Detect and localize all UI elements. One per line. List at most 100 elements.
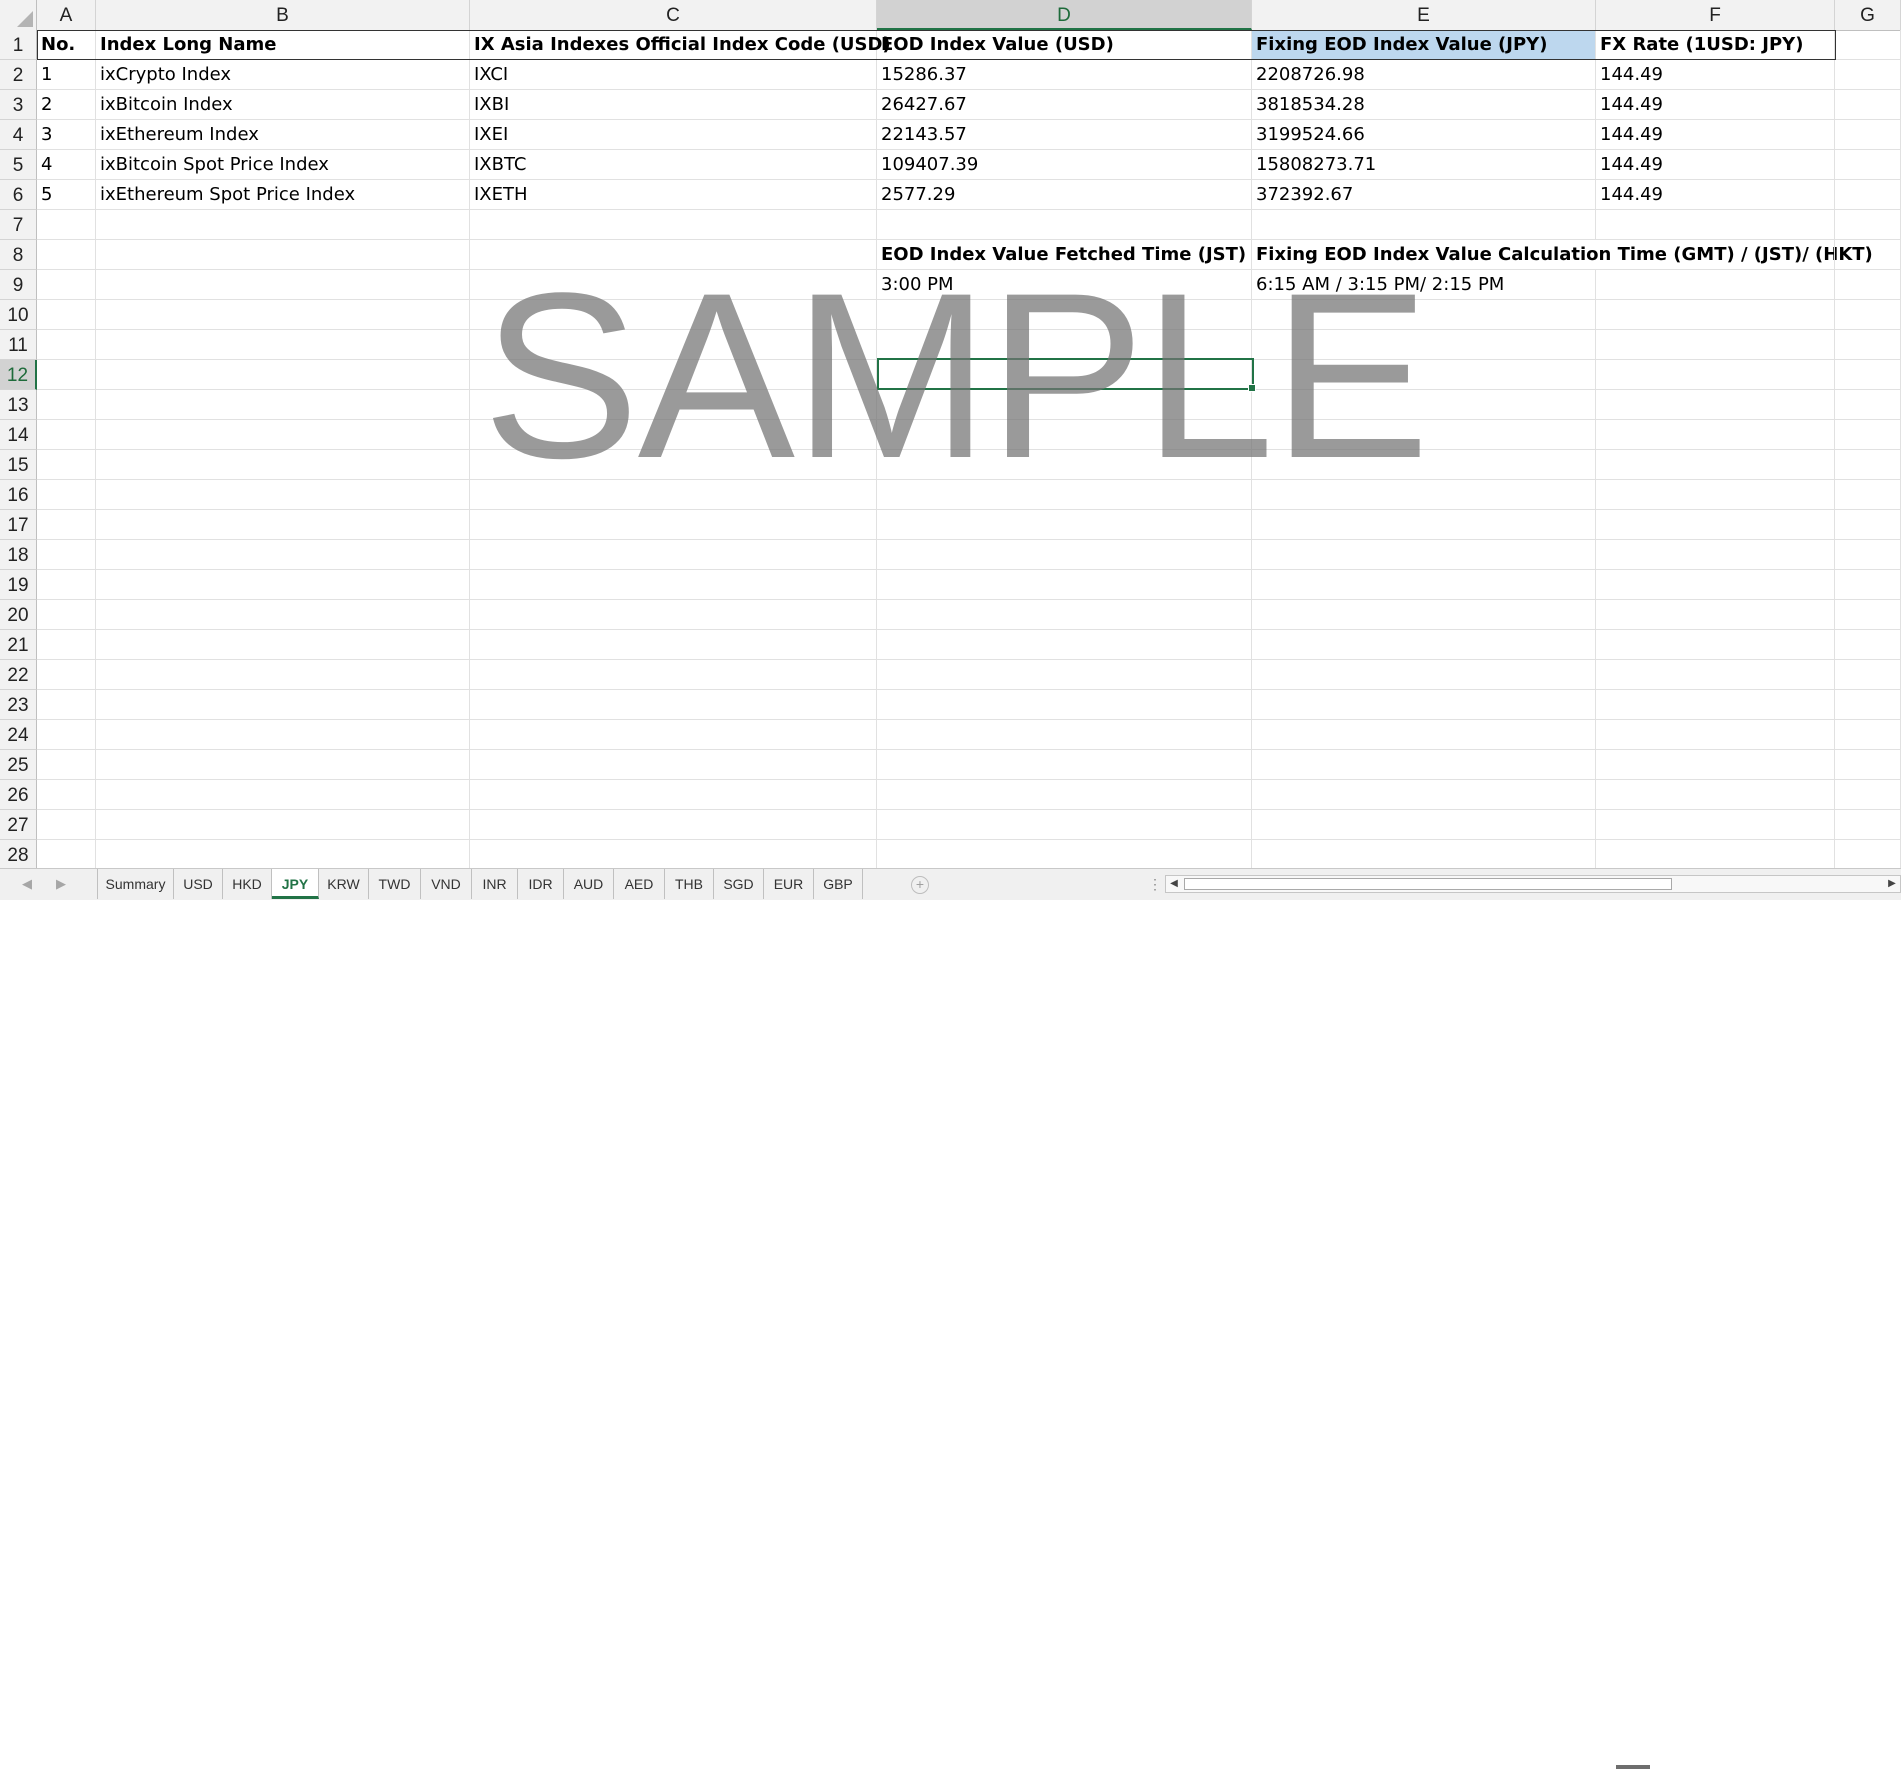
cell-a[interactable] [37,270,96,299]
cell-d[interactable] [877,540,1252,569]
column-header-b[interactable]: B [96,0,470,30]
sheet-tab-krw[interactable]: KRW [319,869,369,899]
row-header-3[interactable]: 3 [0,90,37,120]
cell-g[interactable] [1835,720,1901,749]
cell-index-name[interactable]: ixEthereum Spot Price Index [96,180,470,209]
cell-fx-rate[interactable]: 144.49 [1596,90,1835,119]
row-header-18[interactable]: 18 [0,540,37,570]
header-cell-index-name[interactable]: Index Long Name [96,30,470,59]
cell-a[interactable] [37,750,96,779]
cell-g[interactable] [1835,270,1901,299]
cell-c[interactable] [470,630,877,659]
cell-f[interactable] [1596,720,1835,749]
cell-f[interactable] [1596,300,1835,329]
cell-b[interactable] [96,630,470,659]
cell-e[interactable] [1252,690,1596,719]
cell-d[interactable] [877,630,1252,659]
column-header-e[interactable]: E [1252,0,1596,30]
row-header-1[interactable]: 1 [0,30,37,60]
cell-e[interactable] [1252,450,1596,479]
row-header-21[interactable]: 21 [0,630,37,660]
cell-fx-rate[interactable]: 144.49 [1596,150,1835,179]
sheet-tab-vnd[interactable]: VND [421,869,472,899]
sheet-tab-hkd[interactable]: HKD [223,869,272,899]
cell-a[interactable] [37,780,96,809]
sheet-tab-inr[interactable]: INR [472,869,518,899]
cell-g[interactable] [1835,120,1901,149]
header-cell-fx-rate[interactable]: FX Rate (1USD: JPY) [1596,30,1835,59]
cell-fx-rate[interactable]: 144.49 [1596,180,1835,209]
cell-b[interactable] [96,450,470,479]
cell-f[interactable] [1596,240,1835,269]
cell-d[interactable] [877,330,1252,359]
cell-c[interactable] [470,600,877,629]
next-sheet-icon[interactable]: ▶ [52,875,70,893]
cell-g[interactable] [1835,840,1901,868]
cell-a[interactable] [37,330,96,359]
cell-g[interactable] [1835,150,1901,179]
cell-g[interactable] [1835,750,1901,779]
sheet-tab-jpy[interactable]: JPY [272,869,319,899]
sheet-tab-eur[interactable]: EUR [764,869,814,899]
cell-e[interactable] [1252,360,1596,389]
row-header-25[interactable]: 25 [0,750,37,780]
cell-f[interactable] [1596,750,1835,779]
cell-eod-usd[interactable]: 26427.67 [877,90,1252,119]
cell-c[interactable] [470,720,877,749]
cell-b[interactable] [96,330,470,359]
cell-b[interactable] [96,600,470,629]
sheet-tab-twd[interactable]: TWD [369,869,421,899]
sheet-tab-sgd[interactable]: SGD [714,869,764,899]
cell-c[interactable] [470,330,877,359]
cell-a[interactable] [37,720,96,749]
cell-e[interactable] [1252,630,1596,659]
row-header-27[interactable]: 27 [0,810,37,840]
row-header-13[interactable]: 13 [0,390,37,420]
cell-index-code[interactable]: IXEI [470,120,877,149]
cell-d[interactable] [877,210,1252,239]
calc-time-value[interactable]: 6:15 AM / 3:15 PM/ 2:15 PM [1252,270,1596,299]
row-header-14[interactable]: 14 [0,420,37,450]
cell-d[interactable] [877,840,1252,868]
cell-f[interactable] [1596,600,1835,629]
scroll-left-icon[interactable]: ◀ [1166,876,1182,892]
row-header-12[interactable]: 12 [0,360,37,390]
cell-e[interactable] [1252,420,1596,449]
row-header-6[interactable]: 6 [0,180,37,210]
cell-d[interactable] [877,600,1252,629]
cell-b[interactable] [96,390,470,419]
cell-b[interactable] [96,810,470,839]
row-header-7[interactable]: 7 [0,210,37,240]
cell-index-name[interactable]: ixCrypto Index [96,60,470,89]
cell-g[interactable] [1835,450,1901,479]
tab-splitter-icon[interactable]: ⋮ [1148,875,1162,893]
row-header-16[interactable]: 16 [0,480,37,510]
cell-eod-usd[interactable]: 2577.29 [877,180,1252,209]
cell-b[interactable] [96,270,470,299]
cell-e[interactable] [1252,510,1596,539]
cell-g[interactable] [1835,660,1901,689]
cell-no[interactable]: 3 [37,120,96,149]
cell-e[interactable] [1252,750,1596,779]
cell-f[interactable] [1596,480,1835,509]
cell-d[interactable] [877,390,1252,419]
cell-fx-rate[interactable]: 144.49 [1596,120,1835,149]
cell-g[interactable] [1835,510,1901,539]
row-header-20[interactable]: 20 [0,600,37,630]
cell-c[interactable] [470,480,877,509]
cell-g[interactable] [1835,630,1901,659]
cell-d[interactable] [877,690,1252,719]
horizontal-scrollbar[interactable]: ◀ ▶ [1165,875,1901,893]
row-header-8[interactable]: 8 [0,240,37,270]
cell-f[interactable] [1596,780,1835,809]
cell-f[interactable] [1596,270,1835,299]
cell-d[interactable] [877,300,1252,329]
calc-time-label[interactable]: Fixing EOD Index Value Calculation Time … [1252,240,1873,269]
sheet-tab-aud[interactable]: AUD [564,869,614,899]
cell-c[interactable] [470,210,877,239]
select-all-corner[interactable] [0,0,37,30]
cell-b[interactable] [96,300,470,329]
cell-c[interactable] [470,270,877,299]
cell-d[interactable] [877,510,1252,539]
cell-b[interactable] [96,360,470,389]
